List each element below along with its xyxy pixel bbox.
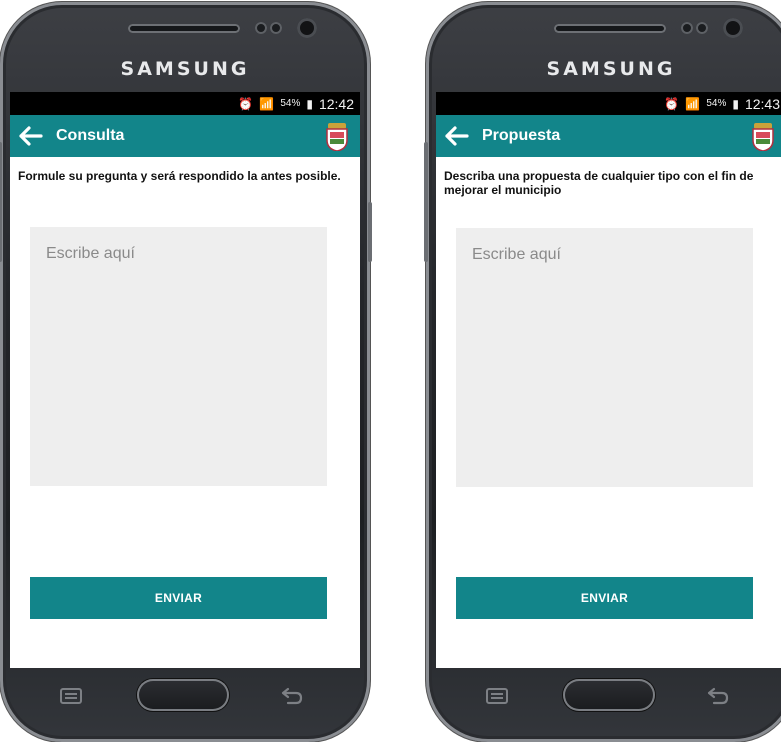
- menu-icon[interactable]: [60, 688, 82, 704]
- volume-key: [424, 142, 428, 262]
- back-key-icon[interactable]: [706, 686, 730, 706]
- description-text: Formule su pregunta y será respondido la…: [18, 169, 341, 183]
- proximity-sensor: [681, 22, 693, 34]
- battery-icon: ▮: [306, 96, 313, 111]
- screen: ⏰ 📶 54% ▮ 12:43 Propuesta Describa una p…: [436, 92, 781, 668]
- earpiece-speaker: [554, 24, 666, 33]
- send-button[interactable]: ENVIAR: [456, 577, 753, 619]
- alarm-icon: ⏰: [238, 96, 254, 111]
- arrow-left-icon[interactable]: [436, 115, 478, 157]
- app-bar: Consulta: [10, 115, 360, 157]
- hardware-keys: [426, 674, 781, 724]
- proximity-sensor: [255, 22, 267, 34]
- battery-percent: 54%: [280, 98, 301, 109]
- page-title: Consulta: [56, 127, 125, 144]
- send-button[interactable]: ENVIAR: [30, 577, 327, 619]
- light-sensor: [270, 22, 282, 34]
- status-time: 12:43: [744, 95, 780, 112]
- wifi-icon: 📶: [685, 96, 701, 111]
- message-input[interactable]: Escribe aquí: [456, 228, 753, 487]
- status-bar: ⏰ 📶 54% ▮ 12:43: [436, 92, 781, 115]
- description-text: Describa una propuesta de cualquier tipo…: [444, 169, 754, 197]
- hardware-keys: [0, 674, 370, 724]
- earpiece-speaker: [128, 24, 240, 33]
- message-input[interactable]: Escribe aquí: [30, 227, 327, 486]
- menu-icon[interactable]: [486, 688, 508, 704]
- brand-logo: SAMSUNG: [546, 58, 676, 80]
- brand-logo: SAMSUNG: [120, 58, 250, 80]
- power-key: [368, 202, 372, 262]
- volume-key: [0, 142, 2, 262]
- municipal-crest-icon: [324, 123, 350, 152]
- message-input-placeholder: Escribe aquí: [46, 245, 135, 262]
- home-button[interactable]: [563, 679, 655, 711]
- battery-percent: 54%: [706, 98, 727, 109]
- phone-propuesta: SAMSUNG ⏰ 📶 54% ▮ 12:43 Propuesta Descri…: [424, 2, 781, 742]
- page-title: Propuesta: [482, 127, 561, 144]
- status-bar: ⏰ 📶 54% ▮ 12:42: [10, 92, 360, 115]
- screen: ⏰ 📶 54% ▮ 12:42 Consulta Formule su preg…: [10, 92, 360, 668]
- phone-consulta: SAMSUNG ⏰ 📶 54% ▮ 12:42 Consulta Formule…: [0, 2, 372, 742]
- status-time: 12:42: [318, 95, 354, 112]
- light-sensor: [696, 22, 708, 34]
- home-button[interactable]: [137, 679, 229, 711]
- front-camera: [297, 18, 317, 38]
- app-bar: Propuesta: [436, 115, 781, 157]
- front-camera: [723, 18, 743, 38]
- municipal-crest-icon: [750, 123, 776, 152]
- wifi-icon: 📶: [259, 96, 275, 111]
- battery-icon: ▮: [732, 96, 739, 111]
- back-key-icon[interactable]: [280, 686, 304, 706]
- arrow-left-icon[interactable]: [10, 115, 52, 157]
- alarm-icon: ⏰: [664, 96, 680, 111]
- message-input-placeholder: Escribe aquí: [472, 246, 561, 263]
